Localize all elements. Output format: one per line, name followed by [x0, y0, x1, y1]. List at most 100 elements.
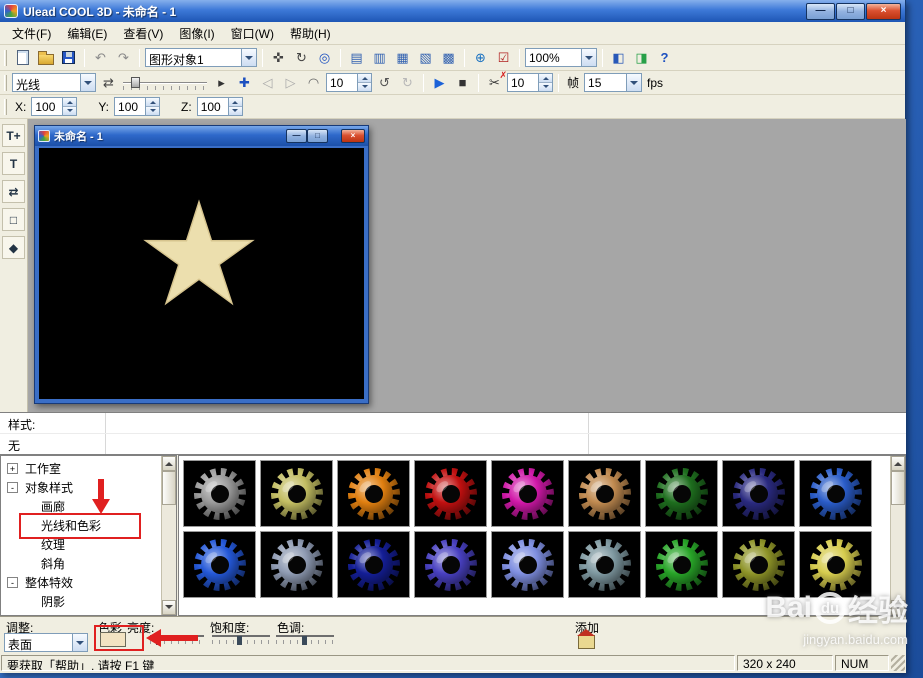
gear-style-thumbnail[interactable]: [568, 531, 641, 598]
next-step-icon[interactable]: ▷: [280, 73, 301, 93]
edit-text-tool-icon[interactable]: T: [2, 152, 25, 175]
dropdown-arrow-icon[interactable]: [80, 74, 95, 91]
layout-tile-vertical-icon[interactable]: ▥: [369, 48, 390, 68]
gear-style-thumbnail[interactable]: [799, 531, 872, 598]
surface-combo[interactable]: 表面: [4, 633, 88, 652]
gear-style-thumbnail[interactable]: [260, 460, 333, 527]
light-arc-icon[interactable]: ◠: [303, 73, 324, 93]
z-position-spinner[interactable]: 100: [196, 97, 243, 116]
slider-handle[interactable]: [156, 636, 161, 645]
render-canvas[interactable]: [39, 148, 364, 399]
gear-style-thumbnail[interactable]: [491, 460, 564, 527]
layout-arrange-icon[interactable]: ▧: [415, 48, 436, 68]
rotate-cw-icon[interactable]: ↻: [397, 73, 418, 93]
light-intensity-slider[interactable]: [121, 74, 209, 92]
gear-style-thumbnail[interactable]: [722, 531, 795, 598]
gallery-scrollbar[interactable]: [890, 456, 905, 615]
tree-item-gallery[interactable]: 画廊: [1, 497, 161, 516]
insert-text-tool-icon[interactable]: T+: [2, 124, 25, 147]
collapse-icon[interactable]: -: [7, 577, 18, 588]
web-globe-icon[interactable]: ⊕: [470, 48, 491, 68]
gear-style-thumbnail[interactable]: [414, 531, 487, 598]
menu-help[interactable]: 帮助(H): [282, 22, 339, 45]
tree-item-object-style[interactable]: - 对象样式: [1, 478, 161, 497]
rotate-view-icon[interactable]: ↻: [291, 48, 312, 68]
scroll-track[interactable]: [891, 505, 905, 600]
gear-style-thumbnail[interactable]: [799, 460, 872, 527]
export-animation-icon[interactable]: ◨: [631, 48, 652, 68]
add-style-icon[interactable]: [577, 629, 595, 649]
y-position-spinner[interactable]: 100: [114, 97, 161, 116]
tree-item-shadow[interactable]: 阴影: [1, 592, 161, 611]
gear-style-thumbnail[interactable]: [337, 531, 410, 598]
spin-up-icon[interactable]: [146, 98, 160, 107]
tree-scrollbar[interactable]: [161, 456, 176, 615]
frame-count-spinner[interactable]: 10: [507, 73, 553, 92]
target-view-icon[interactable]: ◎: [314, 48, 335, 68]
toolbar-grip[interactable]: [4, 98, 7, 115]
document-window[interactable]: 未命名 - 1 — □ ×: [34, 125, 369, 404]
selection-marquee-tool-icon[interactable]: □: [2, 208, 25, 231]
spin-down-icon[interactable]: [358, 83, 371, 91]
stop-animation-icon[interactable]: ■: [452, 73, 473, 93]
gear-style-thumbnail[interactable]: [645, 460, 718, 527]
gear-style-thumbnail[interactable]: [722, 460, 795, 527]
saturation-slider[interactable]: [212, 635, 270, 648]
tree-item-bevel[interactable]: 斜角: [1, 554, 161, 573]
tree-item-global-effects[interactable]: - 整体特效: [1, 573, 161, 592]
gear-style-thumbnail[interactable]: [183, 460, 256, 527]
menu-edit[interactable]: 编辑(E): [59, 22, 115, 45]
gear-style-thumbnail[interactable]: [568, 460, 641, 527]
tree-item-light-and-color[interactable]: 光线和色彩: [1, 516, 161, 535]
document-close-button[interactable]: ×: [341, 129, 365, 143]
open-file-icon[interactable]: [35, 48, 56, 68]
animation-toggle-icon[interactable]: ☑: [493, 48, 514, 68]
spin-down-icon[interactable]: [63, 107, 77, 115]
dropdown-arrow-icon[interactable]: [241, 49, 256, 66]
scroll-thumb[interactable]: [162, 471, 176, 505]
spin-down-icon[interactable]: [146, 107, 160, 115]
pan-tool-icon[interactable]: ✜: [268, 48, 289, 68]
spin-up-icon[interactable]: [358, 74, 371, 83]
minimize-button[interactable]: —: [806, 2, 835, 20]
export-image-icon[interactable]: ◧: [608, 48, 629, 68]
spin-up-icon[interactable]: [63, 98, 77, 107]
scroll-up-icon[interactable]: [891, 456, 905, 471]
undo-icon[interactable]: ↶: [90, 48, 111, 68]
scroll-down-icon[interactable]: [162, 600, 176, 615]
gear-style-thumbnail[interactable]: [337, 460, 410, 527]
document-minimize-button[interactable]: —: [286, 129, 307, 143]
slider-handle[interactable]: [237, 636, 242, 645]
gear-style-thumbnail[interactable]: [491, 531, 564, 598]
attribute-preset-combo[interactable]: 光线: [12, 73, 96, 92]
menu-view[interactable]: 查看(V): [115, 22, 171, 45]
gear-style-thumbnail[interactable]: [183, 531, 256, 598]
titlebar[interactable]: Ulead COOL 3D - 未命名 - 1 — □ ×: [0, 0, 905, 22]
frame-rate-combo[interactable]: 15: [584, 73, 643, 92]
maximize-button[interactable]: □: [836, 2, 865, 20]
redo-icon[interactable]: ↷: [113, 48, 134, 68]
tree-item-texture[interactable]: 纹理: [1, 535, 161, 554]
rotate-ccw-icon[interactable]: ↺: [374, 73, 395, 93]
apply-attribute-icon[interactable]: ▸: [211, 73, 232, 93]
tree-item-studio[interactable]: + 工作室: [1, 459, 161, 478]
hue-slider[interactable]: [276, 635, 334, 648]
expand-icon[interactable]: +: [7, 463, 18, 474]
slider-handle[interactable]: [131, 76, 140, 88]
cut-frame-icon[interactable]: ✂ ✗: [484, 70, 507, 93]
star-object[interactable]: [135, 196, 263, 320]
swap-object-tool-icon[interactable]: ⇄: [2, 180, 25, 203]
toolbar-grip[interactable]: [4, 49, 7, 66]
document-titlebar[interactable]: 未命名 - 1 — □ ×: [35, 126, 368, 146]
toggle-panel-icon[interactable]: ⇄: [98, 73, 119, 93]
menu-file[interactable]: 文件(F): [4, 22, 59, 45]
object-color-tool-icon[interactable]: ◆: [2, 236, 25, 259]
zoom-level-combo[interactable]: 100%: [525, 48, 597, 67]
scroll-down-icon[interactable]: [891, 600, 905, 615]
resize-grip[interactable]: [891, 655, 905, 671]
layout-cascade-icon[interactable]: ▤: [346, 48, 367, 68]
brightness-slider[interactable]: [150, 635, 204, 648]
previous-step-icon[interactable]: ◁: [257, 73, 278, 93]
spin-up-icon[interactable]: [228, 98, 242, 107]
gear-style-thumbnail[interactable]: [645, 531, 718, 598]
